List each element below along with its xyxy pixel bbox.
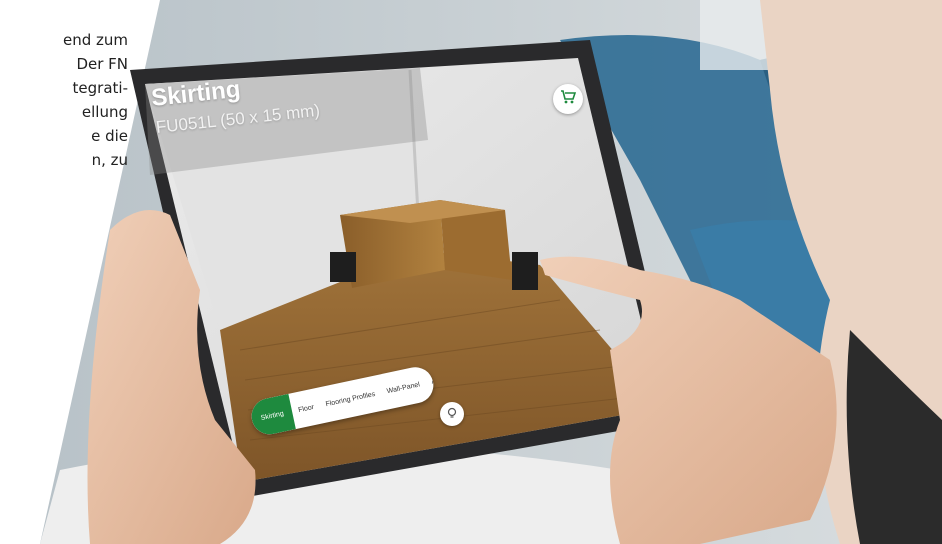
light-button[interactable] [440,402,464,426]
category-wall-panel[interactable]: Wall-Panel [380,380,426,396]
text-line: n, zu [91,151,128,169]
cart-icon [560,89,577,109]
category-flooring-profiles[interactable]: Flooring Profiles [319,389,382,409]
article-text: end zum Der FN tegrati- ellung e die n, … [0,28,128,172]
cart-button[interactable] [553,84,583,114]
light-bulb-icon [445,405,459,424]
text-line: e die [91,127,128,145]
category-floor[interactable]: Floor [292,402,321,415]
text-line: end zum [62,31,128,49]
text-line: tegrati- [72,79,128,97]
text-line: ellung [81,103,128,121]
text-line: Der FN [76,55,128,73]
photo-background [40,0,942,544]
